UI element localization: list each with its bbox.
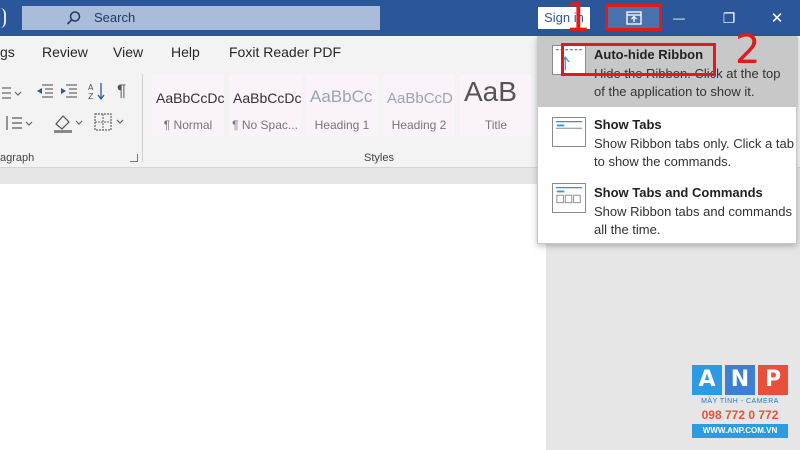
style-heading-1[interactable]: AaBbCc Heading 1 bbox=[306, 74, 378, 136]
style-name: Heading 1 bbox=[314, 118, 370, 132]
group-separator bbox=[142, 74, 143, 162]
restore-icon: ❐ bbox=[722, 9, 736, 26]
style-name: Heading 2 bbox=[391, 118, 447, 132]
close-icon: ✕ bbox=[770, 10, 784, 27]
back-arrow-edge[interactable] bbox=[0, 8, 6, 28]
search-icon bbox=[66, 11, 81, 25]
style-name: ¶ No Spac... bbox=[232, 118, 298, 132]
style-sample: AaBbCc bbox=[310, 87, 373, 106]
style-normal[interactable]: AaBbCcDc ¶ Normal bbox=[152, 74, 224, 136]
document-page[interactable] bbox=[0, 184, 546, 450]
style-sample: AaBbCcDc bbox=[156, 90, 224, 106]
style-name: Title bbox=[484, 118, 508, 132]
style-sample: AaB bbox=[464, 76, 517, 107]
highlight-box-auto-hide-ribbon bbox=[561, 43, 716, 76]
watermark-subtitle: MÁY TÍNH - CAMERA bbox=[701, 398, 779, 405]
menu-item-show-tabs-and-commands[interactable]: Show Tabs and Commands Show Ribbon tabs … bbox=[538, 175, 798, 243]
watermark-url: WWW.ANP.COM.VN bbox=[692, 424, 788, 438]
tab-view[interactable]: View bbox=[113, 44, 143, 60]
styles-group-label: Styles bbox=[364, 152, 394, 164]
watermark-letter: N bbox=[725, 365, 755, 395]
bullets-chevron-icon[interactable] bbox=[2, 84, 24, 102]
search-label: Search bbox=[94, 10, 136, 25]
menu-item-description: Show Ribbon tabs and commands all the ti… bbox=[594, 204, 793, 237]
watermark-letters: A N P bbox=[692, 365, 788, 395]
watermark-phone: 098 772 0 772 bbox=[701, 408, 779, 422]
paragraph-dialog-launcher[interactable] bbox=[130, 154, 138, 162]
shading-icon[interactable] bbox=[52, 112, 86, 134]
sort-icon[interactable]: A Z bbox=[88, 81, 106, 101]
tab-foxit-reader-pdf[interactable]: Foxit Reader PDF bbox=[229, 44, 341, 60]
line-spacing-icon[interactable] bbox=[4, 114, 34, 132]
menu-item-description: Show Ribbon tabs only. Click a tab to sh… bbox=[594, 136, 794, 169]
show-formatting-marks-icon[interactable]: ¶ bbox=[117, 81, 126, 101]
watermark-letter: P bbox=[758, 365, 788, 395]
increase-indent-icon[interactable] bbox=[60, 82, 78, 100]
svg-text:A: A bbox=[88, 83, 94, 92]
styles-gallery: AaBbCcDc ¶ Normal AaBbCcDc ¶ No Spac... … bbox=[152, 74, 536, 138]
title-bar: Search Sign in — ❐ ✕ bbox=[0, 0, 800, 36]
style-title[interactable]: AaB Title bbox=[460, 74, 532, 136]
menu-item-show-tabs[interactable]: Show Tabs Show Ribbon tabs only. Click a… bbox=[538, 107, 798, 175]
annotation-step-2: 2 bbox=[735, 27, 761, 73]
paragraph-group-label: agraph bbox=[0, 152, 35, 164]
style-heading-2[interactable]: AaBbCcD Heading 2 bbox=[383, 74, 455, 136]
style-name: ¶ Normal bbox=[163, 118, 213, 132]
tab-review[interactable]: Review bbox=[42, 44, 88, 60]
close-button[interactable]: ✕ bbox=[754, 0, 800, 36]
style-sample: AaBbCcD bbox=[387, 90, 453, 107]
borders-icon[interactable] bbox=[94, 113, 128, 131]
paragraph-group: A Z ¶ agraph bbox=[0, 68, 142, 168]
minimize-button[interactable]: — bbox=[656, 0, 702, 36]
style-no-spacing[interactable]: AaBbCcDc ¶ No Spac... bbox=[229, 74, 301, 136]
watermark-letter: A bbox=[692, 365, 722, 395]
annotation-step-1: 1 bbox=[565, 0, 591, 41]
ribbon-display-options-button[interactable] bbox=[605, 4, 662, 31]
svg-text:Z: Z bbox=[88, 92, 94, 101]
menu-item-title: Show Tabs bbox=[594, 117, 662, 132]
menu-item-title: Show Tabs and Commands bbox=[594, 185, 763, 200]
tab-references[interactable]: gs bbox=[0, 44, 15, 60]
tab-help[interactable]: Help bbox=[171, 44, 200, 60]
show-tabs-and-commands-icon bbox=[552, 183, 586, 213]
decrease-indent-icon[interactable] bbox=[36, 82, 54, 100]
style-sample: AaBbCcDc bbox=[233, 90, 301, 106]
minimize-icon: — bbox=[673, 11, 685, 25]
search-box[interactable]: Search bbox=[22, 6, 380, 30]
ribbon-display-options-icon bbox=[625, 10, 642, 25]
show-tabs-icon bbox=[552, 117, 586, 147]
anp-watermark-logo: A N P MÁY TÍNH - CAMERA 098 772 0 772 WW… bbox=[692, 365, 792, 445]
